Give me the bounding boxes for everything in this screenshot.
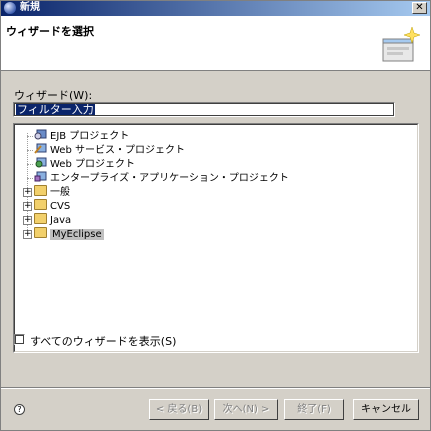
- show-all-wizards-checkbox[interactable]: [14, 334, 25, 345]
- tree-item[interactable]: Web プロジェクト: [34, 157, 135, 171]
- show-all-wizards-label[interactable]: すべてのウィザードを表示(S): [30, 333, 176, 349]
- folder-icon: [34, 199, 47, 210]
- folder-icon: [34, 185, 47, 196]
- tree-item[interactable]: Java: [34, 213, 71, 227]
- back-button[interactable]: < 戻る(B): [149, 399, 209, 420]
- cancel-button[interactable]: キャンセル: [353, 399, 419, 420]
- close-button[interactable]: ✕: [412, 2, 427, 14]
- wizard-label: ウィザード(W):: [14, 89, 93, 102]
- tree-item[interactable]: Web サービス・プロジェクト: [34, 143, 185, 157]
- expand-general-icon[interactable]: +: [23, 188, 32, 197]
- wizard-header: ウィザードを選択: [1, 16, 430, 71]
- folder-icon: [34, 213, 47, 224]
- separator: [1, 387, 430, 389]
- next-button[interactable]: 次へ(N) >: [214, 399, 278, 420]
- expand-myeclipse-icon[interactable]: +: [23, 230, 32, 239]
- tree-item[interactable]: CVS: [34, 199, 70, 213]
- enterprise-app-project-icon: [34, 171, 47, 182]
- tree-item[interactable]: 一般: [34, 185, 70, 199]
- tree-item-selected[interactable]: MyEclipse: [34, 227, 104, 241]
- filter-input[interactable]: フィルター入力: [13, 102, 395, 117]
- title-bar[interactable]: 新規 ✕: [1, 1, 430, 16]
- expand-cvs-icon[interactable]: +: [23, 202, 32, 211]
- page-title: ウィザードを選択: [6, 25, 94, 38]
- wizard-banner-icon: [382, 26, 420, 62]
- ejb-project-icon: [34, 129, 47, 140]
- tree-item[interactable]: エンタープライズ・アプリケーション・プロジェクト: [34, 171, 289, 185]
- finish-button[interactable]: 終了(F): [284, 399, 344, 420]
- web-project-icon: [34, 157, 47, 168]
- new-wizard-dialog: 新規 ✕ ウィザードを選択 ウィザード(W): フィルター入力 EJB プロジェ…: [0, 0, 431, 431]
- wizard-tree[interactable]: EJB プロジェクト Web サービス・プロジェクト Web プロジェクト エン…: [13, 123, 419, 353]
- folder-icon: [34, 227, 47, 238]
- filter-text: フィルター入力: [16, 103, 95, 116]
- web-service-project-icon: [34, 143, 47, 154]
- tree-item[interactable]: EJB プロジェクト: [34, 129, 129, 143]
- window-title: 新規: [20, 2, 40, 13]
- expand-java-icon[interactable]: +: [23, 216, 32, 225]
- help-icon[interactable]: ?: [14, 404, 25, 415]
- app-icon: [4, 2, 16, 14]
